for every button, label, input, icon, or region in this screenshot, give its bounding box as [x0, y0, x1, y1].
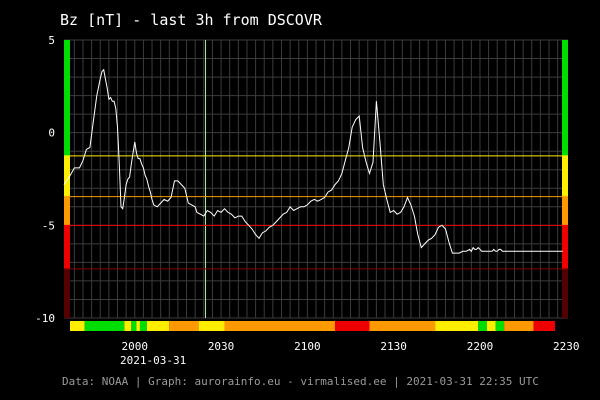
status-segment	[495, 321, 505, 331]
status-segment	[70, 321, 85, 331]
footer-credit: Data: NOAA | Graph: aurorainfo.eu - virm…	[62, 375, 539, 388]
grid	[64, 39, 568, 319]
y-tick-label: 0	[48, 127, 55, 140]
status-segment	[533, 321, 555, 331]
status-bar	[70, 321, 555, 331]
side-band-right	[562, 225, 568, 269]
y-tick-label: -10	[35, 312, 55, 325]
x-axis: 2000 2030 2100 2130 2200 2230	[122, 340, 580, 353]
y-axis: 5 0 -5 -10	[35, 34, 55, 325]
side-band-left	[64, 268, 70, 318]
status-segment	[124, 321, 132, 331]
chart-title: Bz [nT] - last 3h from DSCOVR	[60, 11, 323, 29]
y-tick-label: 5	[48, 34, 55, 47]
side-band-right	[562, 268, 568, 318]
status-segment	[334, 321, 370, 331]
status-segment	[146, 321, 170, 331]
side-band-right	[562, 155, 568, 197]
side-band-left	[64, 40, 70, 156]
x-tick-label: 2230	[553, 340, 580, 353]
x-tick-label: 2100	[294, 340, 321, 353]
status-segment	[136, 321, 140, 331]
status-segment	[369, 321, 436, 331]
y-tick-label: -5	[42, 219, 55, 232]
side-band-left	[64, 225, 70, 269]
status-segment	[486, 321, 496, 331]
status-segment	[139, 321, 147, 331]
x-tick-label: 2200	[467, 340, 494, 353]
status-segment	[169, 321, 199, 331]
date-label: 2021-03-31	[120, 354, 186, 367]
status-segment	[478, 321, 487, 331]
status-segment	[198, 321, 225, 331]
status-segment	[131, 321, 137, 331]
bz-chart: Bz [nT] - last 3h from DSCOVR 5 0 -5 -10 20…	[35, 11, 580, 388]
side-band-left	[64, 155, 70, 197]
status-segment	[435, 321, 479, 331]
side-band-right	[562, 40, 568, 156]
status-segment	[84, 321, 125, 331]
side-band-left	[64, 196, 70, 226]
side-band-right	[562, 196, 568, 226]
status-segment	[224, 321, 335, 331]
x-tick-label: 2000	[122, 340, 149, 353]
x-tick-label: 2030	[208, 340, 235, 353]
status-segment	[504, 321, 534, 331]
x-tick-label: 2130	[380, 340, 407, 353]
